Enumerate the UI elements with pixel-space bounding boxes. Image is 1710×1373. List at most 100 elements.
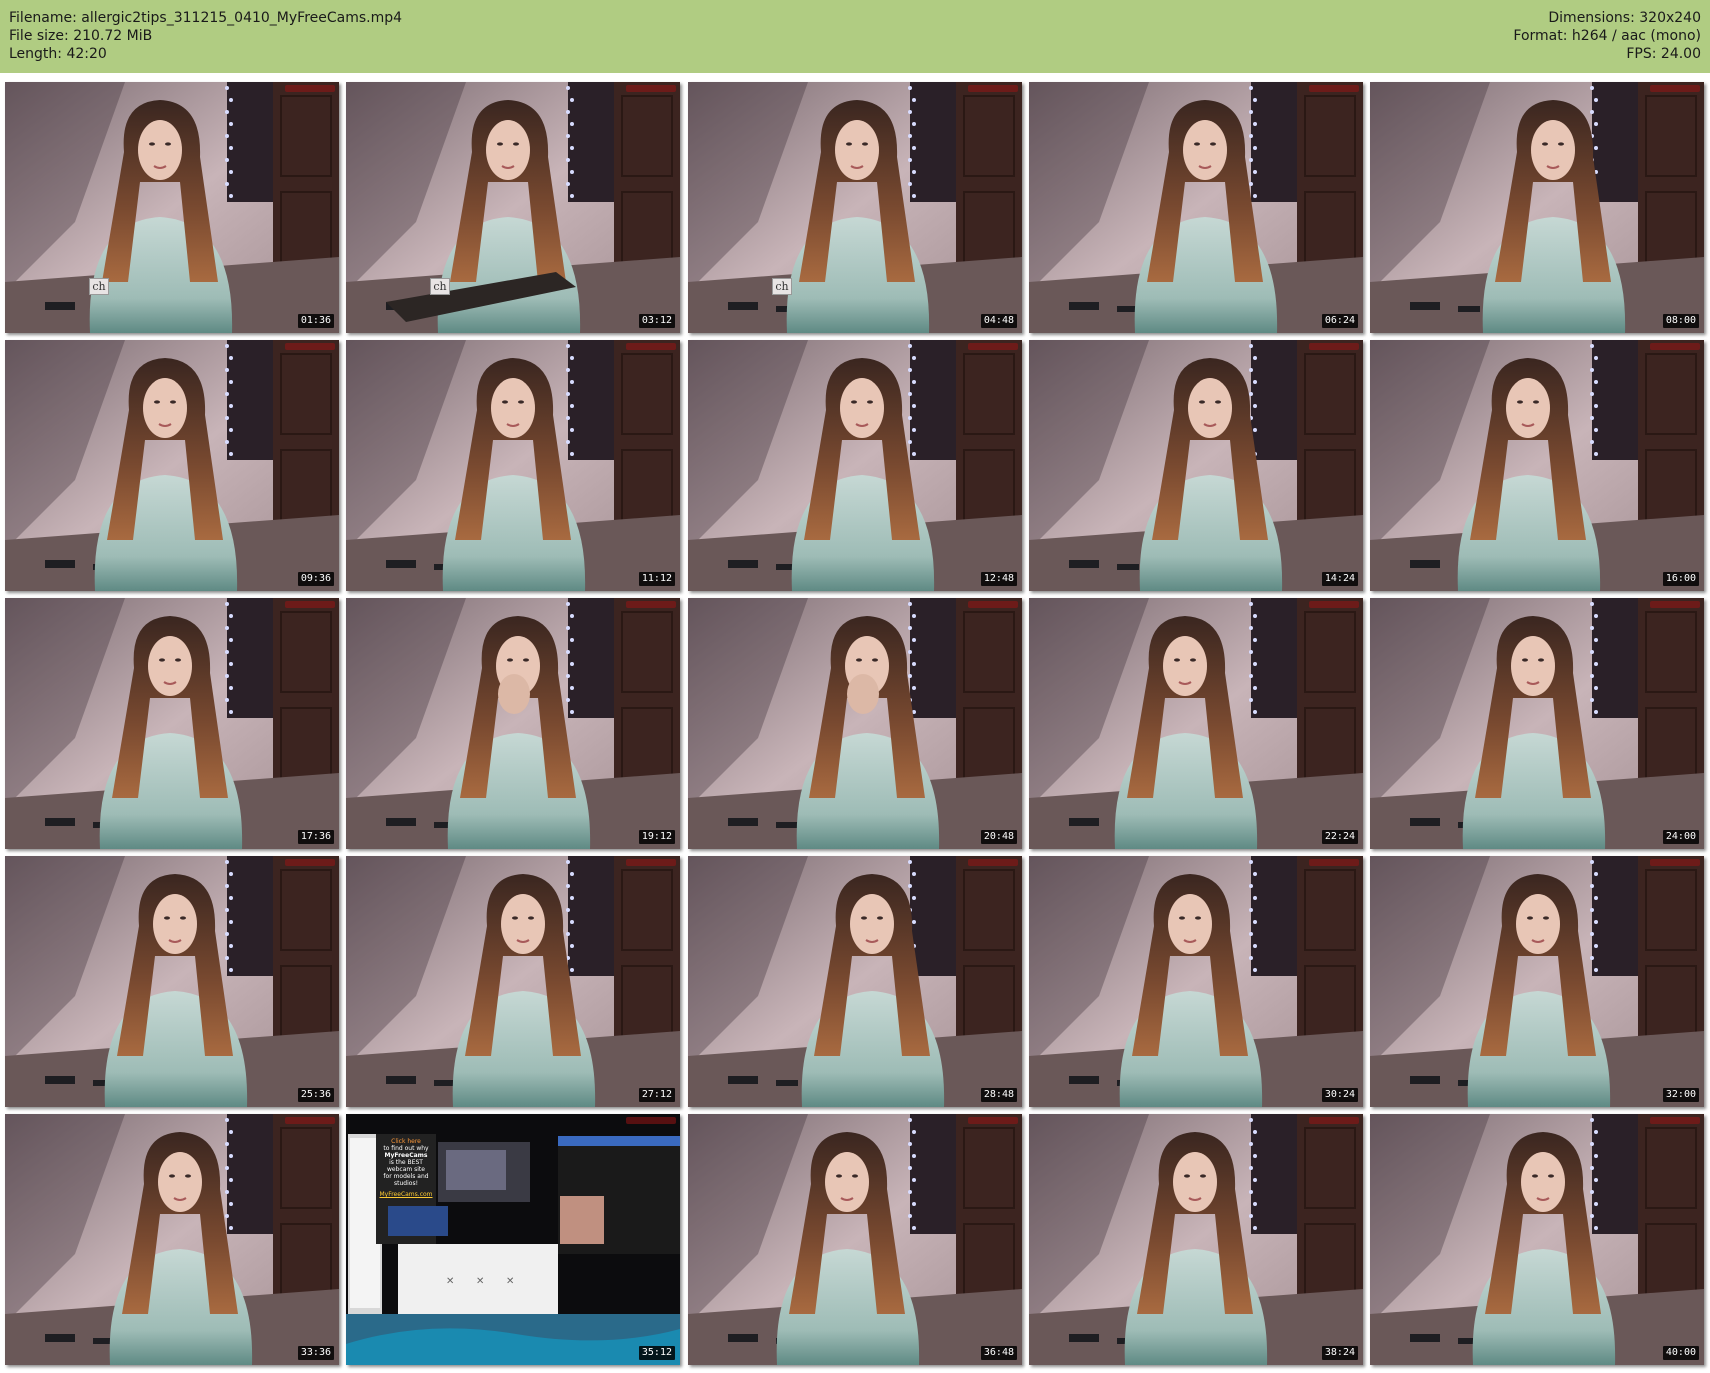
watermark-logo [968, 859, 1018, 866]
frame-image [1029, 340, 1363, 591]
watermark-logo [626, 1117, 676, 1124]
timestamp-label: 38:24 [1321, 1346, 1358, 1360]
timestamp-label: 11:12 [638, 572, 675, 586]
frame-image [1029, 1114, 1363, 1365]
video-thumbnail: ch 04:48 [688, 82, 1022, 333]
ch-badge: ch [89, 278, 109, 295]
watermark-logo [1650, 1117, 1700, 1124]
timestamp-label: 03:12 [638, 314, 675, 328]
frame-image [5, 598, 339, 849]
frame-image [346, 598, 680, 849]
frame-image [688, 856, 1022, 1107]
video-thumbnail: 14:24 [1029, 340, 1363, 591]
filesize-label: File size: 210.72 MiB [9, 28, 153, 44]
ch-badge: ch [772, 278, 792, 295]
video-thumbnail: 22:24 [1029, 598, 1363, 849]
video-thumbnail: 27:12 [346, 856, 680, 1107]
video-thumbnail: 28:48 [688, 856, 1022, 1107]
timestamp-label: 01:36 [297, 314, 334, 328]
video-thumbnail: 33:36 [5, 1114, 339, 1365]
ad-line: Click here [391, 1138, 421, 1145]
timestamp-label: 22:24 [1321, 830, 1358, 844]
video-thumbnail: 17:36 [5, 598, 339, 849]
ad-line: is the BEST [389, 1159, 423, 1166]
watermark-logo [1650, 859, 1700, 866]
info-header: Filename: allergic2tips_311215_0410_MyFr… [0, 0, 1710, 73]
ad-text: Click here to find out why MyFreeCams is th… [378, 1138, 434, 1198]
ad-line: MyFreeCams [384, 1152, 428, 1159]
frame-image [688, 82, 1022, 333]
timestamp-label: 36:48 [980, 1346, 1017, 1360]
watermark-logo [285, 85, 335, 92]
timestamp-label: 14:24 [1321, 572, 1358, 586]
video-thumbnail: 40:00 [1370, 1114, 1704, 1365]
watermark-logo [1650, 601, 1700, 608]
watermark-logo [1650, 85, 1700, 92]
svg-text:✕: ✕ [506, 1276, 514, 1287]
frame-image [688, 598, 1022, 849]
svg-text:✕: ✕ [446, 1276, 454, 1287]
timestamp-label: 19:12 [638, 830, 675, 844]
timestamp-label: 08:00 [1662, 314, 1699, 328]
frame-image [346, 856, 680, 1107]
video-thumbnail: 16:00 [1370, 340, 1704, 591]
timestamp-label: 40:00 [1662, 1346, 1699, 1360]
video-thumbnail: 36:48 [688, 1114, 1022, 1365]
watermark-logo [1309, 601, 1359, 608]
filename-label: Filename: allergic2tips_311215_0410_MyFr… [9, 10, 403, 26]
video-thumbnail: 06:24 [1029, 82, 1363, 333]
ad-link[interactable]: MyFreeCams.com [378, 1191, 434, 1198]
video-thumbnail: ch 03:12 [346, 82, 680, 333]
watermark-logo [968, 85, 1018, 92]
timestamp-label: 17:36 [297, 830, 334, 844]
timestamp-label: 16:00 [1662, 572, 1699, 586]
timestamp-label: 25:36 [297, 1088, 334, 1102]
timestamp-label: 12:48 [980, 572, 1017, 586]
frame-image [5, 340, 339, 591]
watermark-logo [968, 1117, 1018, 1124]
video-thumbnail: ✕ ✕ ✕ Click here to find out why MyFreeCams is… [346, 1114, 680, 1365]
watermark-logo [285, 343, 335, 350]
svg-text:✕: ✕ [476, 1276, 484, 1287]
watermark-logo [1309, 1117, 1359, 1124]
frame-image [1370, 340, 1704, 591]
timestamp-label: 04:48 [980, 314, 1017, 328]
timestamp-label: 24:00 [1662, 830, 1699, 844]
timestamp-label: 20:48 [980, 830, 1017, 844]
frame-image [1029, 856, 1363, 1107]
video-thumbnail: 08:00 [1370, 82, 1704, 333]
watermark-logo [1309, 859, 1359, 866]
fps-label: FPS: 24.00 [1626, 46, 1701, 62]
thumbnail-grid: ch 01:36 ch 03:12 ch 04:48 06:24 08:00 09:36 11:1… [5, 82, 1705, 1367]
frame-image [5, 82, 339, 333]
timestamp-label: 28:48 [980, 1088, 1017, 1102]
watermark-logo [285, 859, 335, 866]
timestamp-label: 06:24 [1321, 314, 1358, 328]
timestamp-label: 30:24 [1321, 1088, 1358, 1102]
frame-image [1029, 82, 1363, 333]
file-info-left: Filename: allergic2tips_311215_0410_MyFr… [9, 9, 402, 63]
video-thumbnail: 32:00 [1370, 856, 1704, 1107]
frame-image [1370, 1114, 1704, 1365]
video-thumbnail: 24:00 [1370, 598, 1704, 849]
timestamp-label: 33:36 [297, 1346, 334, 1360]
frame-image [5, 856, 339, 1107]
watermark-logo [968, 343, 1018, 350]
dimensions-label: Dimensions: 320x240 [1548, 10, 1701, 26]
timestamp-label: 32:00 [1662, 1088, 1699, 1102]
frame-image [688, 1114, 1022, 1365]
frame-image [1370, 598, 1704, 849]
ad-line: webcam site [387, 1166, 425, 1173]
video-thumbnail: 38:24 [1029, 1114, 1363, 1365]
video-thumbnail: ch 01:36 [5, 82, 339, 333]
frame-image [1029, 598, 1363, 849]
timestamp-label: 35:12 [638, 1346, 675, 1360]
file-info-right: Dimensions: 320x240 Format: h264 / aac (… [1513, 9, 1701, 63]
frame-image [346, 340, 680, 591]
format-label: Format: h264 / aac (mono) [1513, 28, 1701, 44]
timestamp-label: 27:12 [638, 1088, 675, 1102]
video-thumbnail: 20:48 [688, 598, 1022, 849]
watermark-logo [285, 1117, 335, 1124]
frame-image [5, 1114, 339, 1365]
watermark-logo [626, 859, 676, 866]
